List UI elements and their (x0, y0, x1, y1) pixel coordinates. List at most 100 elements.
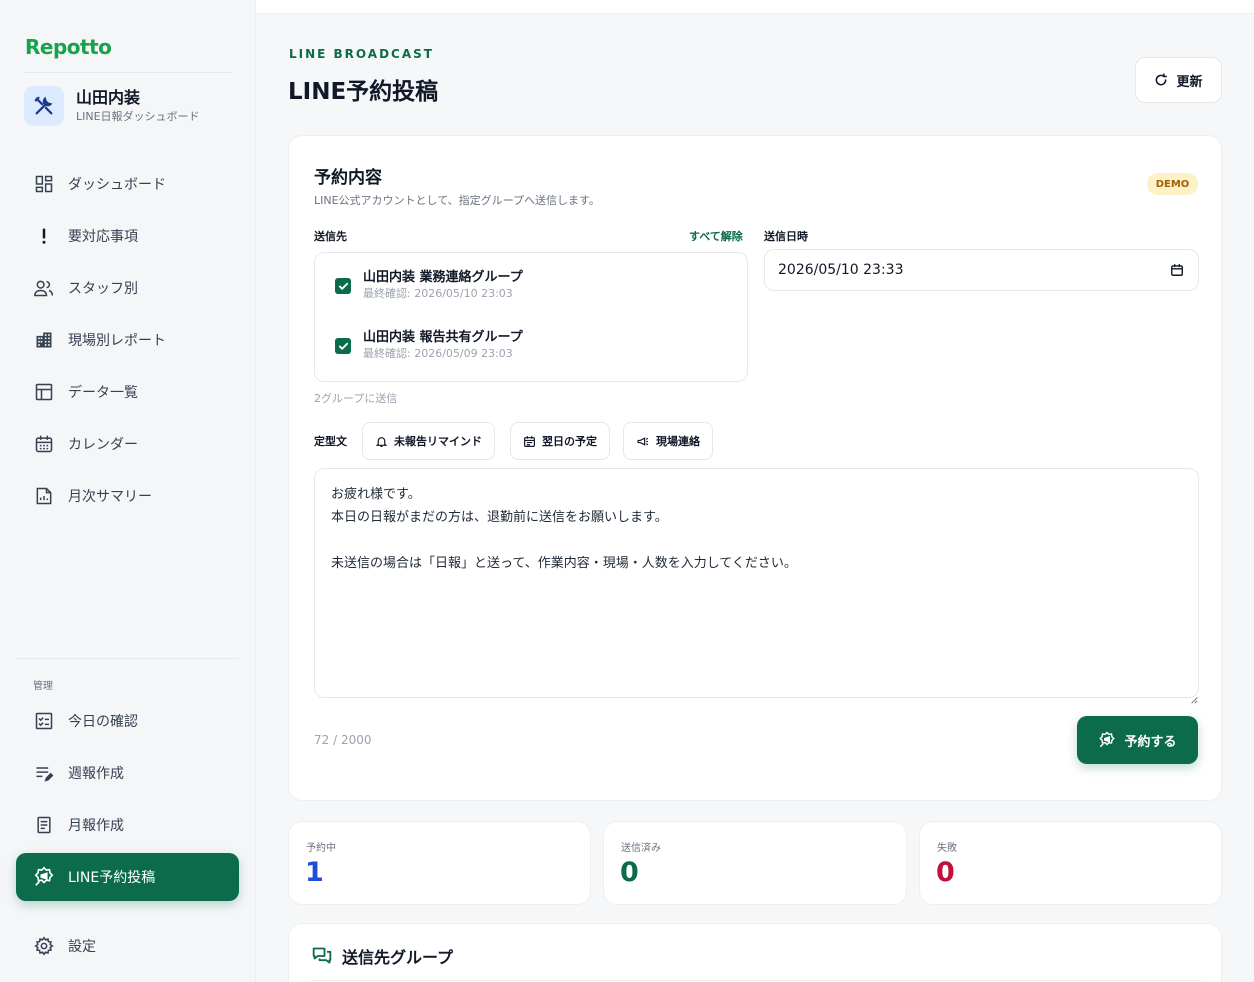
stat-label: 予約中 (306, 843, 336, 854)
template-button-next-day[interactable]: 翌日の予定 (510, 422, 610, 460)
stat-card-scheduled: 予約中 1 (288, 821, 591, 905)
table-icon (33, 381, 55, 403)
admin-nav: 今日の確認 週報作成 月報作成 LINE予約投稿 (16, 697, 239, 905)
stat-value: 0 (620, 857, 639, 888)
template-label: 現場連絡 (656, 435, 700, 448)
refresh-label: 更新 (1176, 74, 1203, 90)
sidebar-item-today-check[interactable]: 今日の確認 (16, 697, 239, 745)
calendar-icon (33, 433, 55, 455)
sidebar-item-monthly-summary[interactable]: 月次サマリー (16, 472, 239, 520)
schedule-label: 予約する (1124, 734, 1177, 750)
group-name: 山田内装 報告共有グループ (363, 330, 523, 345)
broadcast-icon (1098, 731, 1116, 749)
bell-icon (375, 435, 388, 448)
card-title: 予約内容 (314, 168, 382, 188)
refresh-icon (1154, 73, 1168, 87)
sidebar-item-site-report[interactable]: 現場別レポート (16, 316, 239, 364)
reservation-card: 予約内容 LINE公式アカウントとして、指定グループへ送信します。 DEMO 送… (288, 135, 1222, 801)
sidebar-item-label: 要対応事項 (68, 229, 138, 245)
stat-card-sent: 送信済み 0 (603, 821, 907, 905)
workspace-subtitle: LINE日報ダッシュボード (76, 110, 200, 123)
dashboard-icon (33, 173, 55, 195)
group-last-checked: 最終確認: 2026/05/09 23:03 (363, 347, 513, 360)
recipient-group-item[interactable]: 山田内装 業務連絡グループ 最終確認: 2026/05/10 23:03 (335, 269, 523, 301)
sidebar-item-label: 今日の確認 (68, 714, 138, 730)
sidebar-item-label: 月次サマリー (68, 489, 152, 505)
chat-icon (311, 946, 333, 966)
sidebar-item-monthly-report[interactable]: 月報作成 (16, 801, 239, 849)
recipient-group-item[interactable]: 山田内装 報告共有グループ 最終確認: 2026/05/09 23:03 (335, 329, 523, 361)
report-icon (33, 814, 55, 836)
sidebar-item-weekly-report[interactable]: 週報作成 (16, 749, 239, 797)
calendar-small-icon (523, 435, 536, 448)
stat-label: 送信済み (621, 843, 661, 854)
refresh-button[interactable]: 更新 (1135, 57, 1222, 103)
app-logo[interactable]: Repotto (25, 35, 112, 59)
top-bar (256, 0, 1254, 14)
template-button-site-notice[interactable]: 現場連絡 (623, 422, 713, 460)
gear-icon (33, 935, 55, 957)
section-title-text: 送信先グループ (342, 948, 454, 967)
template-label: 未報告リマインド (394, 435, 482, 448)
divider (24, 72, 232, 73)
calendar-picker-icon[interactable] (1170, 263, 1184, 281)
divider (16, 658, 239, 659)
sidebar-item-label: スタッフ別 (68, 281, 138, 297)
recipient-group-list: 山田内装 業務連絡グループ 最終確認: 2026/05/10 23:03 山田内… (314, 252, 748, 382)
template-label: 翌日の予定 (542, 435, 597, 448)
sidebar-item-label: ダッシュボード (68, 177, 166, 193)
character-count: 72 / 2000 (314, 733, 372, 747)
main-nav: ダッシュボード 要対応事項 スタッフ別 現場別レポート データ一覧 カレンダー … (16, 160, 239, 524)
page-title: LINE予約投稿 (288, 79, 439, 105)
group-checkbox[interactable] (335, 278, 351, 294)
sidebar: Repotto 山田内装 LINE日報ダッシュボード ダッシュボード 要対応事項… (0, 0, 256, 982)
building-icon (33, 329, 55, 351)
group-checkbox[interactable] (335, 338, 351, 354)
checklist-icon (33, 710, 55, 732)
group-name: 山田内装 業務連絡グループ (363, 270, 523, 285)
users-icon (33, 277, 55, 299)
megaphone-icon (636, 435, 650, 448)
sidebar-item-settings[interactable]: 設定 (16, 922, 239, 970)
clear-all-link[interactable]: すべて解除 (689, 228, 743, 244)
tools-icon (24, 86, 64, 126)
card-description: LINE公式アカウントとして、指定グループへ送信します。 (314, 194, 600, 207)
workspace-brand: 山田内装 LINE日報ダッシュボード (24, 86, 200, 126)
settings-nav: 設定 (16, 922, 239, 974)
document-icon (33, 485, 55, 507)
sidebar-item-alerts[interactable]: 要対応事項 (16, 212, 239, 260)
demo-badge: DEMO (1147, 173, 1198, 195)
page-eyebrow: LINE BROADCAST (289, 47, 434, 61)
template-button-reminder[interactable]: 未報告リマインド (362, 422, 495, 460)
datetime-input[interactable]: 2026/05/10 23:33 (764, 249, 1199, 291)
sidebar-item-line-broadcast[interactable]: LINE予約投稿 (16, 853, 239, 901)
stat-value: 1 (305, 857, 324, 888)
stat-card-failed: 失敗 0 (919, 821, 1222, 905)
sidebar-item-label: LINE予約投稿 (68, 870, 156, 886)
sidebar-item-dashboard[interactable]: ダッシュボード (16, 160, 239, 208)
sidebar-item-staff[interactable]: スタッフ別 (16, 264, 239, 312)
sidebar-item-label: 設定 (68, 939, 96, 955)
workspace-name: 山田内装 (76, 88, 141, 107)
group-last-checked: 最終確認: 2026/05/10 23:03 (363, 287, 513, 300)
nav-section-label: 管理 (33, 681, 53, 692)
datetime-label: 送信日時 (764, 230, 808, 243)
sidebar-item-calendar[interactable]: カレンダー (16, 420, 239, 468)
divider (311, 980, 1201, 981)
message-textarea[interactable]: お疲れ様です。 本日の日報がまだの方は、退勤前に送信をお願いします。 未送信の場… (314, 468, 1199, 698)
sidebar-item-label: 現場別レポート (68, 333, 166, 349)
recipient-groups-card: 送信先グループ (288, 923, 1222, 982)
broadcast-icon (33, 866, 55, 888)
alert-icon (33, 225, 55, 247)
stat-label: 失敗 (937, 843, 957, 854)
sidebar-item-label: 月報作成 (68, 818, 124, 834)
send-count: 2グループに送信 (314, 392, 398, 405)
sidebar-item-data-list[interactable]: データ一覧 (16, 368, 239, 416)
schedule-button[interactable]: 予約する (1077, 716, 1198, 764)
edit-list-icon (33, 762, 55, 784)
sidebar-item-label: データ一覧 (68, 385, 138, 401)
sidebar-item-label: 週報作成 (68, 766, 124, 782)
recipients-label: 送信先 (314, 230, 347, 243)
section-title: 送信先グループ (311, 944, 453, 968)
templates-label: 定型文 (314, 435, 347, 448)
